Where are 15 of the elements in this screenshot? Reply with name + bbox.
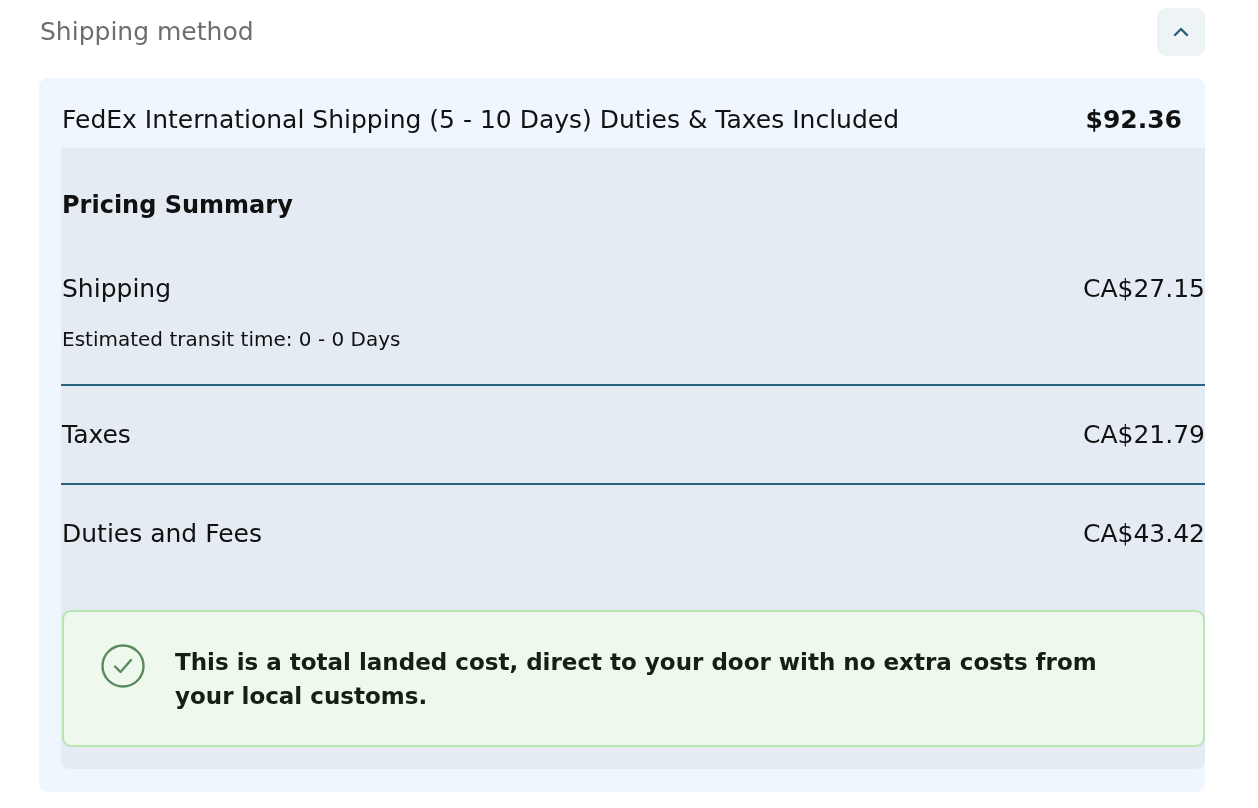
price-line-amount: CA$21.79	[1082, 419, 1205, 451]
chevron-up-icon	[1173, 27, 1189, 37]
section-title: Shipping method	[39, 16, 254, 48]
price-line-label: Duties and Fees	[62, 518, 262, 550]
notice-text: This is a total landed cost, direct to your door with no extra costs from your local customs.	[175, 648, 1098, 711]
shipping-option-name: FedEx International Shipping (5 - 10 Days) Duties & Taxes Included	[62, 104, 900, 136]
pricing-summary-title: Pricing Summary	[61, 190, 294, 221]
price-line-label: Taxes	[62, 419, 131, 451]
shipping-option-price: $92.36	[1085, 104, 1182, 136]
check-circle-icon	[101, 644, 145, 688]
price-line-amount: CA$43.42	[1082, 518, 1205, 550]
collapse-button[interactable]	[1157, 8, 1205, 56]
transit-time-note: Estimated transit time: 0 - 0 Days	[62, 326, 402, 352]
price-line-label: Shipping	[62, 273, 172, 305]
price-line-amount: CA$27.15	[1082, 273, 1205, 305]
